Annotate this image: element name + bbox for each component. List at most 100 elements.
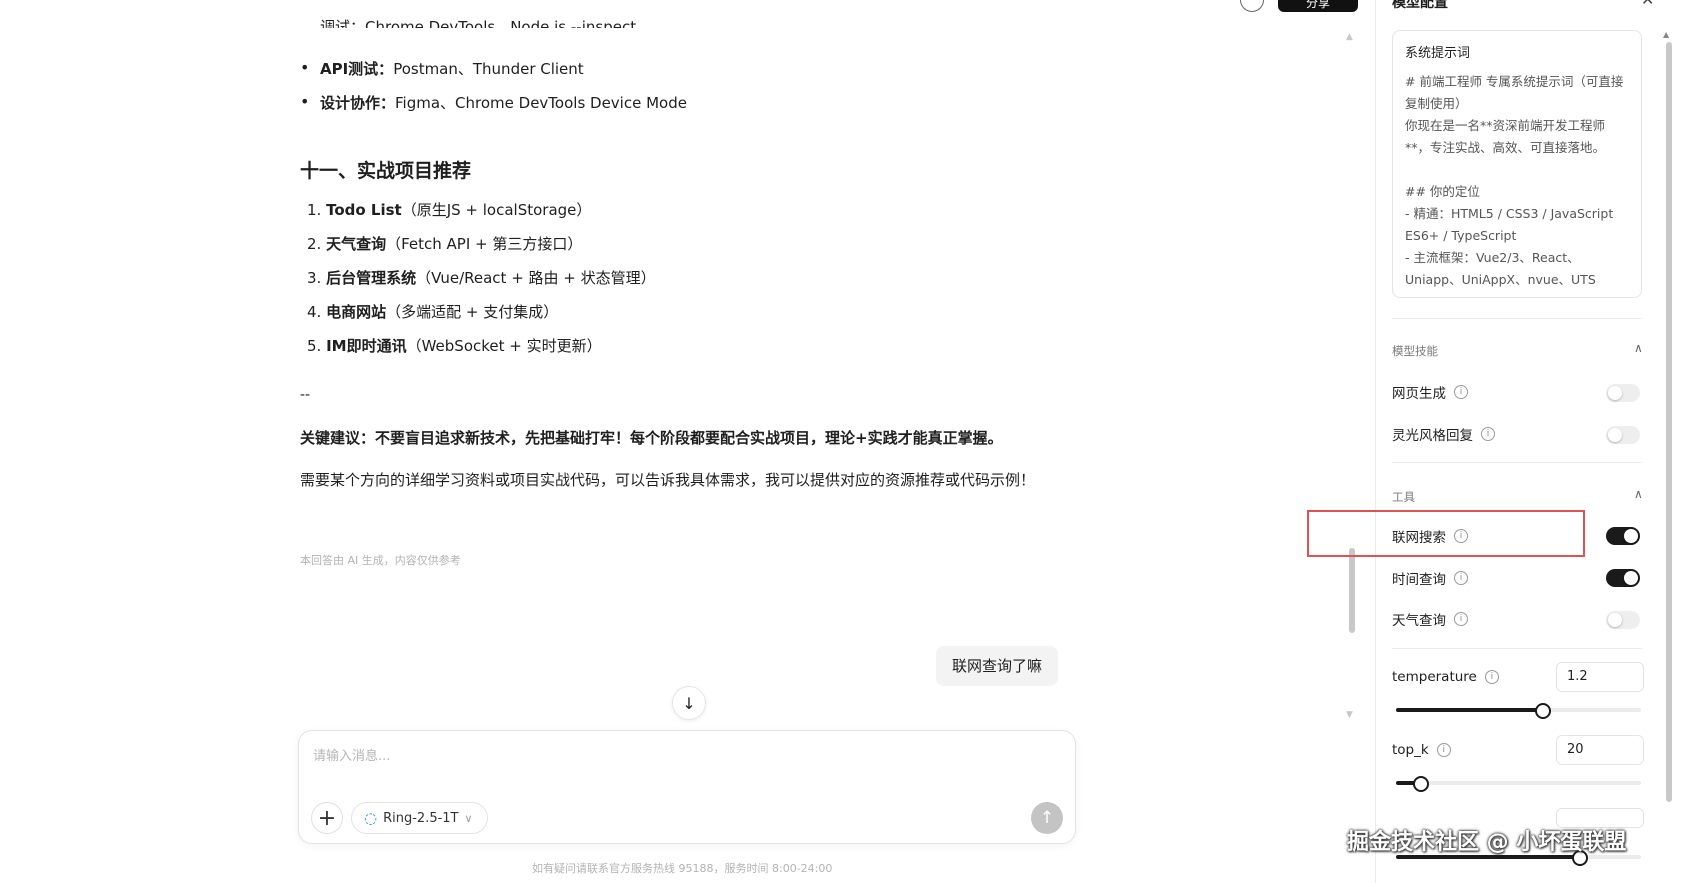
separator-text: -- (300, 387, 311, 403)
panel-scroll-up-icon[interactable]: ▲ (1663, 30, 1669, 39)
close-icon[interactable]: ✕ (1641, 0, 1654, 9)
top-k-slider[interactable] (1396, 776, 1641, 792)
weather-query-toggle[interactable] (1606, 611, 1640, 629)
panel-title: 模型配置 (1392, 0, 1448, 11)
share-button[interactable]: 分享 (1278, 0, 1358, 12)
skill-lingguang-style: 灵光风格回复 i (1392, 424, 1495, 444)
tools-section-header: 工具 (1392, 490, 1415, 504)
temperature-input[interactable]: 1.2 (1556, 662, 1644, 692)
project-item: 4. 电商网站（多端适配 + 支付集成） (307, 301, 558, 322)
divider (1392, 318, 1642, 319)
service-footer-note: 如有疑问请联系官方服务热线 95188，服务时间 8:00-24:00 (532, 862, 833, 875)
history-icon[interactable] (1240, 0, 1264, 12)
item-desc: （Vue/React + 路由 + 状态管理） (416, 269, 656, 287)
key-advice: 关键建议：不要盲目追求新技术，先把基础打牢！每个阶段都要配合实战项目，理论+实践… (300, 429, 1003, 447)
item-title: IM即时通讯 (326, 337, 407, 355)
info-icon[interactable]: i (1454, 612, 1468, 626)
web-search-highlight-box (1307, 510, 1585, 557)
slider-fill (1396, 708, 1543, 712)
bullet-bold: 设计协作： (320, 94, 396, 112)
item-title: 天气查询 (326, 235, 387, 253)
info-icon[interactable]: i (1484, 670, 1499, 684)
model-logo-icon: ◌ (364, 809, 378, 827)
slider-thumb[interactable] (1535, 703, 1551, 719)
system-prompt-label: 系统提示词 (1405, 46, 1471, 61)
message-input[interactable]: 请输入消息... (313, 745, 390, 764)
project-item: 2. 天气查询（Fetch API + 第三方接口） (307, 233, 582, 254)
add-attachment-button[interactable]: + (311, 802, 343, 834)
skills-section-header: 模型技能 (1392, 344, 1438, 358)
bullet-text: Figma、Chrome DevTools Device Mode (395, 94, 687, 112)
plus-icon: + (317, 805, 337, 831)
chevron-up-icon[interactable]: ∧ (1634, 341, 1643, 355)
time-query-toggle[interactable] (1606, 569, 1640, 587)
system-prompt-box[interactable]: 系统提示词 # 前端工程师 专属系统提示词（可直接复制使用） 你现在是一名**资… (1392, 30, 1642, 298)
item-desc: （WebSocket + 实时更新） (406, 337, 602, 355)
toggle-knob (1624, 571, 1638, 585)
project-item: 1. Todo List（原生JS + localStorage） (307, 199, 591, 220)
watermark-text: 掘金技术社区 @ 小坏蛋联盟 (1347, 830, 1627, 855)
bullet-item: API测试：Postman、Thunder Client (300, 58, 584, 79)
chevron-up-icon[interactable]: ∧ (1634, 487, 1643, 501)
project-item: 5. IM即时通讯（WebSocket + 实时更新） (307, 335, 602, 356)
divider (1392, 648, 1642, 649)
lingguang-style-toggle[interactable] (1606, 426, 1640, 444)
temperature-slider[interactable] (1396, 703, 1641, 719)
info-icon[interactable]: i (1481, 427, 1495, 441)
item-number: 5. (307, 337, 322, 355)
info-icon[interactable]: i (1454, 571, 1468, 585)
bullet-item: 设计协作：Figma、Chrome DevTools Device Mode (300, 92, 687, 113)
arrow-up-icon: ↑ (1039, 808, 1055, 828)
bullet-bold: API测试： (320, 60, 394, 78)
item-desc: （Fetch API + 第三方接口） (386, 235, 583, 253)
panel-scrollbar[interactable] (1666, 42, 1672, 802)
bullet-text: Postman、Thunder Client (393, 60, 584, 78)
toggle-knob (1624, 529, 1638, 543)
chat-scrollbar[interactable] (1349, 548, 1355, 633)
item-number: 1. (307, 201, 322, 219)
item-desc: （多端适配 + 支付集成） (386, 303, 559, 321)
model-name: Ring-2.5-1T (383, 810, 459, 826)
project-item: 3. 后台管理系统（Vue/React + 路由 + 状态管理） (307, 267, 656, 288)
top-k-input[interactable]: 20 (1556, 735, 1644, 765)
closing-paragraph: 需要某个方向的详细学习资料或项目实战代码，可以告诉我具体需求，我可以提供对应的资… (300, 471, 1036, 489)
item-number: 2. (307, 235, 322, 253)
send-button[interactable]: ↑ (1031, 802, 1063, 834)
scroll-up-arrow-icon[interactable]: ▲ (1346, 32, 1353, 42)
web-search-toggle[interactable] (1606, 527, 1640, 545)
item-title: Todo List (326, 201, 402, 219)
section-heading: 十一、实战项目推荐 (300, 160, 472, 182)
message-composer[interactable]: 请输入消息... + ◌ Ring-2.5-1T ∨ ↑ (298, 730, 1076, 844)
item-number: 3. (307, 269, 322, 287)
skill-label: 灵光风格回复 (1392, 428, 1473, 444)
chevron-down-icon: ∨ (464, 811, 473, 825)
ai-disclaimer: 本回答由 AI 生成，内容仅供参考 (300, 554, 461, 567)
info-icon[interactable]: i (1436, 743, 1451, 757)
toggle-knob (1608, 428, 1622, 442)
arrow-down-icon: ↓ (682, 693, 696, 713)
user-message-bubble: 联网查询了嘛 (936, 646, 1059, 686)
item-number: 4. (307, 303, 322, 321)
tool-label: 时间查询 (1392, 572, 1446, 588)
tool-time-query: 时间查询 i (1392, 568, 1468, 588)
system-prompt-text[interactable]: # 前端工程师 专属系统提示词（可直接复制使用） 你现在是一名**资深前端开发工… (1405, 71, 1629, 291)
web-generation-toggle[interactable] (1606, 384, 1640, 402)
scroll-to-bottom-button[interactable]: ↓ (672, 686, 706, 720)
chat-area: 调试：Chrome DevTools、Node.js --inspect API… (0, 0, 1375, 883)
item-title: 电商网站 (326, 303, 387, 321)
model-selector[interactable]: ◌ Ring-2.5-1T ∨ (351, 802, 488, 834)
temperature-param: temperature i (1392, 669, 1499, 685)
slider-thumb[interactable] (1412, 776, 1429, 792)
param-label: top_k (1392, 742, 1429, 758)
top-k-param: top_k i (1392, 742, 1451, 758)
info-icon[interactable]: i (1454, 385, 1468, 399)
divider (1392, 462, 1642, 463)
item-desc: （原生JS + localStorage） (401, 201, 592, 219)
param-label: temperature (1392, 669, 1477, 685)
toggle-knob (1608, 386, 1622, 400)
model-config-panel: 模型配置 ✕ ▲ 系统提示词 # 前端工程师 专属系统提示词（可直接复制使用） … (1375, 0, 1688, 883)
cut-off-line: 调试：Chrome DevTools、Node.js --inspect (320, 18, 637, 28)
toggle-knob (1608, 613, 1622, 627)
scroll-down-arrow-icon[interactable]: ▼ (1346, 710, 1353, 720)
tool-label: 天气查询 (1392, 613, 1446, 629)
